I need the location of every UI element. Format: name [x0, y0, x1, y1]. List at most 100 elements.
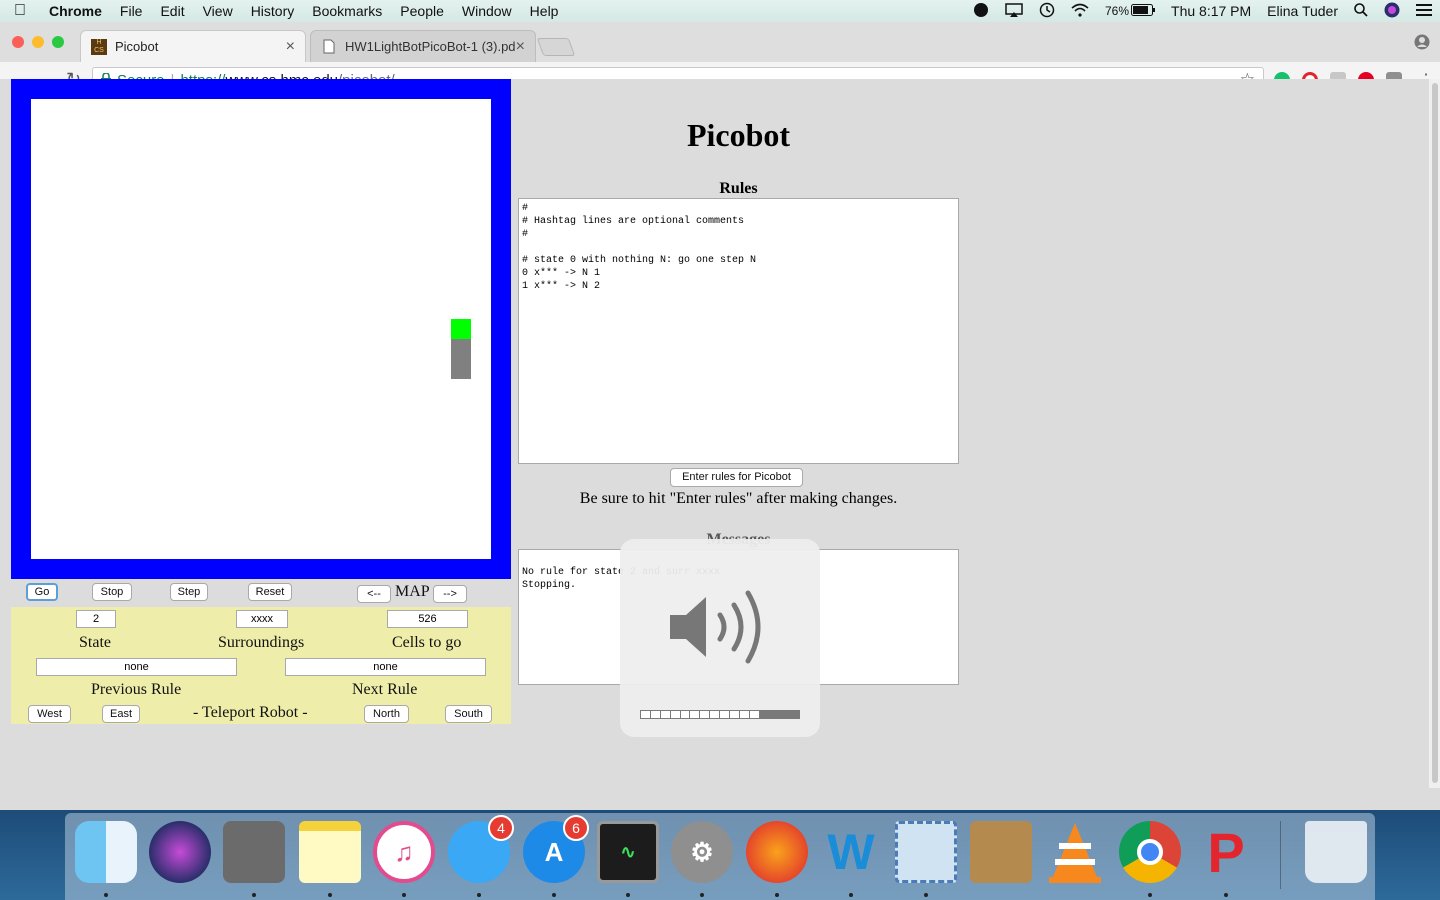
- wifi-icon[interactable]: [1063, 3, 1097, 20]
- battery-percent[interactable]: 76%: [1097, 4, 1131, 18]
- page-scrollbar[interactable]: [1428, 79, 1440, 788]
- previous-rule-field[interactable]: none: [36, 658, 237, 676]
- teleport-south-button[interactable]: South: [445, 705, 492, 723]
- rules-textarea[interactable]: # # Hashtag lines are optional comments …: [518, 198, 959, 464]
- volume-hud: [620, 539, 820, 737]
- running-indicator: [1224, 893, 1228, 897]
- siri-icon[interactable]: [149, 821, 211, 883]
- go-button[interactable]: Go: [26, 583, 58, 601]
- siri-icon[interactable]: [1376, 2, 1408, 21]
- tab-picobot[interactable]: H CS Picobot ×: [80, 30, 306, 62]
- menu-help[interactable]: Help: [521, 3, 568, 19]
- teleport-north-button[interactable]: North: [364, 705, 409, 723]
- map-prev-button[interactable]: <--: [357, 585, 391, 603]
- teleport-west-button[interactable]: West: [28, 705, 71, 723]
- firefox-icon[interactable]: [746, 821, 808, 883]
- messages-icon[interactable]: 4: [448, 815, 514, 883]
- tab-strip: H CS Picobot × HW1LightBotPicoBot-1 (3).p…: [0, 22, 1440, 62]
- messages-badge: 4: [488, 815, 514, 841]
- arena-grid: [31, 99, 491, 559]
- volume-level-bar: [640, 710, 800, 719]
- previous-rule-label: Previous Rule: [91, 681, 182, 698]
- activity-monitor-icon[interactable]: ∿: [597, 821, 659, 883]
- menu-bookmarks[interactable]: Bookmarks: [303, 3, 391, 19]
- menu-people[interactable]: People: [391, 3, 453, 19]
- running-indicator: [849, 893, 853, 897]
- notes-icon[interactable]: [299, 821, 361, 883]
- user-name[interactable]: Elina Tuder: [1259, 3, 1346, 19]
- next-rule-field[interactable]: none: [285, 658, 486, 676]
- macos-dock: ♫ 4 A 6 ∿ ⚙ W P: [65, 813, 1375, 900]
- window-close-button[interactable]: [12, 36, 24, 48]
- cells-to-go-field[interactable]: 526: [387, 610, 468, 628]
- chrome-icon[interactable]: [1119, 821, 1181, 883]
- cells-to-go-label: Cells to go: [392, 634, 462, 651]
- battery-icon[interactable]: [1131, 3, 1163, 19]
- clock[interactable]: Thu 8:17 PM: [1163, 3, 1259, 19]
- vlc-icon[interactable]: [1044, 821, 1106, 883]
- airplay-icon[interactable]: [997, 2, 1031, 20]
- window-minimize-button[interactable]: [32, 36, 44, 48]
- running-indicator: [328, 893, 332, 897]
- scrollbar-thumb[interactable]: [1432, 83, 1438, 783]
- running-indicator: [477, 893, 481, 897]
- state-field[interactable]: 2: [76, 610, 116, 628]
- chat-bubble-icon[interactable]: [965, 2, 997, 21]
- teleport-east-button[interactable]: East: [102, 705, 140, 723]
- menu-edit[interactable]: Edit: [151, 3, 193, 19]
- picobot-robot: [451, 319, 471, 339]
- stop-button[interactable]: Stop: [92, 583, 132, 601]
- spotlight-icon[interactable]: [1346, 2, 1376, 20]
- teleport-label: - Teleport Robot -: [193, 704, 308, 721]
- enter-rules-button[interactable]: Enter rules for Picobot: [670, 468, 803, 487]
- menu-app-name[interactable]: Chrome: [40, 3, 111, 19]
- reset-button[interactable]: Reset: [248, 583, 292, 601]
- state-label: State: [79, 634, 111, 651]
- tab-close-icon[interactable]: ×: [516, 38, 525, 56]
- step-button[interactable]: Step: [170, 583, 208, 601]
- tab-hw1-pdf[interactable]: HW1LightBotPicoBot-1 (3).pd ×: [310, 30, 536, 62]
- new-tab-button[interactable]: [536, 38, 576, 56]
- volume-segment: [779, 711, 790, 718]
- system-preferences-icon[interactable]: ⚙: [671, 821, 733, 883]
- menu-history[interactable]: History: [242, 3, 304, 19]
- volume-segment: [671, 711, 681, 718]
- volume-segment: [700, 711, 711, 718]
- volume-segment: [651, 711, 661, 718]
- contacts-icon[interactable]: [970, 821, 1032, 883]
- notification-center-icon[interactable]: [1408, 3, 1440, 19]
- running-indicator: [252, 893, 256, 897]
- app-store-icon[interactable]: A 6: [523, 815, 589, 883]
- tab-close-icon[interactable]: ×: [286, 38, 295, 56]
- volume-segment: [730, 711, 740, 718]
- page-viewport: Go Stop Step Reset <-- MAP --> 2 xxxx 52…: [0, 79, 1428, 788]
- window-zoom-button[interactable]: [52, 36, 64, 48]
- finder-icon[interactable]: [75, 821, 137, 883]
- running-indicator: [924, 893, 928, 897]
- surroundings-label: Surroundings: [218, 634, 305, 651]
- mail-icon[interactable]: [895, 821, 957, 883]
- menu-view[interactable]: View: [194, 3, 242, 19]
- surroundings-field[interactable]: xxxx: [236, 610, 288, 628]
- menu-file[interactable]: File: [111, 3, 152, 19]
- itunes-icon[interactable]: ♫: [373, 821, 435, 883]
- volume-segment: [690, 711, 701, 718]
- word-icon[interactable]: W: [820, 821, 882, 883]
- profile-icon[interactable]: [1414, 34, 1430, 55]
- running-indicator: [552, 893, 556, 897]
- calculator-icon[interactable]: [223, 821, 285, 883]
- volume-segment: [681, 711, 691, 718]
- dock-divider: [1280, 821, 1281, 889]
- status-panel: 2 xxxx 526 State Surroundings Cells to g…: [11, 607, 511, 724]
- map-next-button[interactable]: -->: [433, 585, 467, 603]
- time-machine-icon[interactable]: [1031, 2, 1063, 21]
- running-indicator: [700, 893, 704, 897]
- wps-icon[interactable]: P: [1195, 821, 1257, 884]
- trash-icon[interactable]: [1305, 821, 1367, 883]
- apple-menu-icon[interactable]: : [0, 2, 40, 20]
- volume-segment: [750, 711, 760, 718]
- menu-window[interactable]: Window: [453, 3, 521, 19]
- page-title: Picobot: [686, 117, 791, 153]
- tab-title: Picobot: [115, 39, 159, 54]
- volume-segment: [789, 711, 799, 718]
